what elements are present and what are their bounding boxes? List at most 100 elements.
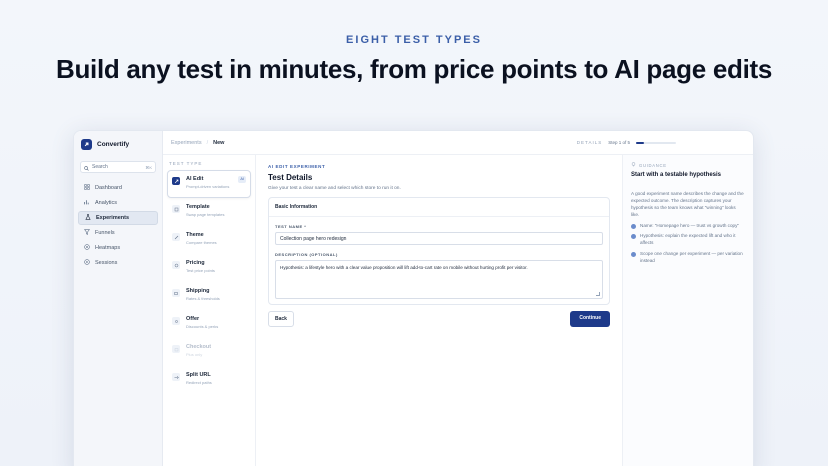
funnel-icon: [84, 229, 90, 237]
sidebar-item-label: Experiments: [96, 215, 130, 221]
search-icon: [84, 158, 89, 176]
split-icon: [172, 373, 180, 381]
search-input[interactable]: Search ⌘K: [80, 161, 156, 173]
test-type-name: Split URL: [186, 372, 211, 378]
brand-logo-icon: [81, 139, 92, 150]
test-type-desc: Redirect paths: [186, 380, 212, 385]
test-type-name: Pricing: [186, 260, 205, 266]
test-type-name: Shipping: [186, 288, 210, 294]
brand[interactable]: Convertify: [74, 131, 162, 158]
details-label: DETAILS: [576, 140, 603, 145]
chart-icon: [84, 199, 90, 207]
check-dot-icon: [631, 223, 636, 229]
test-type-list: TEST TYPE AI Edit Prompt-driven variation…: [163, 155, 256, 466]
guidance-item-text: Name: "Homepage hero — trust vs growth c…: [640, 222, 740, 228]
sidebar-item-label: Heatmaps: [95, 245, 121, 251]
test-type-desc: Prompt-driven variations: [186, 184, 230, 189]
search-placeholder: Search: [92, 164, 108, 170]
test-type-desc: Rates & thresholds: [186, 296, 220, 301]
test-type-desc: Compare themes: [186, 240, 217, 245]
sidebar-item-experiments[interactable]: Experiments: [78, 211, 158, 225]
sidebar-item-label: Dashboard: [95, 185, 122, 191]
form-actions: Back Continue: [268, 311, 610, 327]
guidance-item-text: Scope one change per experiment — per va…: [640, 251, 743, 264]
play-icon: [84, 259, 90, 267]
test-type-title: TEST TYPE: [169, 161, 203, 166]
brush-icon: [172, 233, 180, 241]
guidance-item: Hypothesis: explain the expected lift an…: [631, 233, 745, 247]
topbar: Experiments / New DETAILS Step 1 of 5: [163, 131, 753, 155]
sidebar-nav: Dashboard Analytics Experiments Funnels Heat…: [74, 181, 162, 270]
guidance-title: Start with a testable hypothesis: [631, 172, 722, 178]
main-panel: AI EDIT EXPERIMENT Test Details Give you…: [256, 155, 622, 466]
guidance-item: Scope one change per experiment — per va…: [631, 251, 745, 265]
test-type-pricing[interactable]: Pricing Test price points: [167, 254, 251, 282]
ai-badge: AI: [238, 176, 246, 183]
guidance-header: GUIDANCE: [631, 162, 745, 168]
test-name-label: TEST NAME *: [275, 224, 307, 229]
sidebar-item-sessions[interactable]: Sessions: [78, 256, 158, 270]
test-type-name: Template: [186, 204, 210, 210]
page-subtitle: Give your test a clear name and select w…: [268, 186, 401, 191]
test-type-name: Theme: [186, 232, 204, 238]
page-title: Test Details: [268, 173, 313, 182]
sidebar-item-funnels[interactable]: Funnels: [78, 226, 158, 240]
step-label: Step 1 of 5: [608, 140, 630, 145]
guidance-eyebrow: GUIDANCE: [639, 162, 667, 168]
grid-icon: [84, 184, 90, 192]
template-icon: [172, 205, 180, 213]
test-type-offer[interactable]: Offer Discounts & perks: [167, 310, 251, 338]
test-type-theme[interactable]: Theme Compare themes: [167, 226, 251, 254]
hero-headline: Build any test in minutes, from price po…: [55, 54, 773, 84]
continue-button[interactable]: Continue: [570, 311, 610, 327]
test-type-name: AI Edit: [186, 176, 204, 182]
sidebar-item-label: Analytics: [95, 200, 118, 206]
guidance-item-text: Hypothesis: explain the expected lift an…: [640, 233, 736, 246]
app-window: Convertify Search ⌘K Dashboard Analytics E…: [73, 130, 754, 466]
truck-icon: [172, 289, 180, 297]
breadcrumb-parent[interactable]: Experiments: [171, 140, 202, 146]
step-progress-fill: [636, 141, 644, 144]
guidance-list: Name: "Homepage hero — trust vs growth c…: [631, 223, 745, 265]
test-type-name: Offer: [186, 316, 200, 322]
test-type-split-url[interactable]: Split URL Redirect paths: [167, 366, 251, 394]
back-button[interactable]: Back: [268, 311, 294, 327]
card-title: Basic Information: [269, 198, 609, 217]
guidance-item: Name: "Homepage hero — trust vs growth c…: [631, 223, 745, 230]
test-name-input[interactable]: Collection page hero redesign: [275, 232, 603, 245]
basic-info-card: Basic Information TEST NAME * Collection…: [268, 197, 610, 305]
guidance-body: A good experiment name describes the cha…: [631, 191, 744, 217]
resize-handle-icon[interactable]: [596, 292, 600, 296]
sidebar-item-heatmaps[interactable]: Heatmaps: [78, 241, 158, 255]
breadcrumb-current: New: [213, 139, 225, 146]
test-type-ai-edit[interactable]: AI Edit Prompt-driven variations AI: [167, 170, 251, 198]
description-textarea[interactable]: Hypothesis: a lifestyle hero with a clea…: [275, 260, 603, 299]
check-dot-icon: [631, 234, 636, 240]
tag-icon: [172, 261, 180, 269]
sidebar-item-label: Funnels: [95, 230, 115, 236]
brand-name: Convertify: [97, 141, 130, 148]
breadcrumb-separator: /: [206, 139, 209, 146]
step-progress-bar: [636, 141, 676, 144]
sidebar-item-dashboard[interactable]: Dashboard: [78, 181, 158, 195]
test-type-checkout: Checkout Plus only: [167, 338, 251, 366]
sidebar-item-analytics[interactable]: Analytics: [78, 196, 158, 210]
description-label: DESCRIPTION (OPTIONAL): [275, 252, 338, 257]
test-type-template[interactable]: Template Swap page templates: [167, 198, 251, 226]
check-dot-icon: [631, 252, 636, 258]
test-type-name: Checkout: [186, 344, 212, 350]
search-shortcut: ⌘K: [145, 164, 152, 170]
test-type-desc: Swap page templates: [186, 212, 225, 217]
sparkle-icon: [172, 177, 180, 185]
guidance-panel: GUIDANCE Start with a testable hypothesi…: [622, 155, 753, 466]
sidebar-item-label: Sessions: [95, 260, 118, 266]
experiment-eyebrow: AI EDIT EXPERIMENT: [268, 164, 326, 169]
step-indicator: DETAILS Step 1 of 5: [577, 140, 676, 145]
test-type-desc: Test price points: [186, 268, 215, 273]
cart-icon: [172, 345, 180, 353]
description-text: Hypothesis: a lifestyle hero with a clea…: [280, 265, 528, 270]
test-type-shipping[interactable]: Shipping Rates & thresholds: [167, 282, 251, 310]
hero-eyebrow: EIGHT TEST TYPES: [346, 34, 482, 46]
heat-icon: [84, 244, 90, 252]
sidebar: Convertify Search ⌘K Dashboard Analytics E…: [74, 131, 163, 466]
